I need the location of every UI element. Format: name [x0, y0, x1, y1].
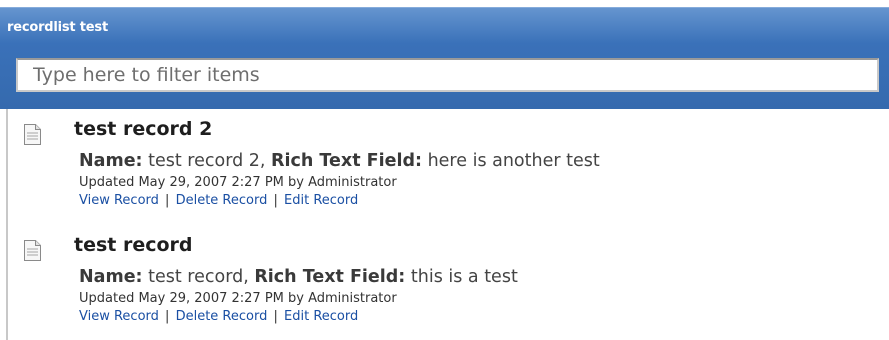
panel-title: recordlist test: [7, 20, 108, 35]
edit-record-link[interactable]: Edit Record: [284, 309, 358, 324]
record-updated: Updated May 29, 2007 2:27 PM by Administ…: [79, 175, 397, 190]
name-label: Name:: [79, 267, 143, 287]
action-separator: |: [165, 309, 170, 324]
record-list: test record 2 Name: test record 2, Rich …: [0, 109, 889, 340]
record-fields: Name: test record, Rich Text Field: this…: [79, 266, 518, 288]
filter-input[interactable]: [16, 58, 879, 92]
rich-text-value: this is a test: [405, 267, 518, 287]
delete-record-link[interactable]: Delete Record: [176, 193, 268, 208]
action-separator: |: [273, 193, 278, 208]
list-item: test record 2 Name: test record 2, Rich …: [0, 109, 889, 224]
list-item: test record Name: test record, Rich Text…: [0, 225, 889, 340]
document-icon: [24, 240, 41, 261]
record-fields: Name: test record 2, Rich Text Field: he…: [79, 150, 600, 172]
name-value: test record 2,: [142, 151, 272, 171]
rich-text-label: Rich Text Field:: [271, 151, 423, 171]
record-updated: Updated May 29, 2007 2:27 PM by Administ…: [79, 291, 397, 306]
edit-record-link[interactable]: Edit Record: [284, 193, 358, 208]
record-title: test record: [74, 234, 193, 256]
name-value: test record,: [142, 267, 255, 287]
recordlist-panel: ˇ recordlist test test record 2 Name: te…: [0, 0, 889, 340]
record-actions: View Record | Delete Record | Edit Recor…: [79, 193, 358, 209]
record-actions: View Record | Delete Record | Edit Recor…: [79, 309, 358, 325]
delete-record-link[interactable]: Delete Record: [176, 309, 268, 324]
rich-text-value: here is another test: [422, 151, 600, 171]
record-title: test record 2: [74, 118, 213, 140]
rich-text-label: Rich Text Field:: [254, 267, 406, 287]
view-record-link[interactable]: View Record: [79, 309, 159, 324]
corner-mark: ˇ: [829, 0, 832, 6]
view-record-link[interactable]: View Record: [79, 193, 159, 208]
action-separator: |: [165, 193, 170, 208]
action-separator: |: [273, 309, 278, 324]
name-label: Name:: [79, 151, 143, 171]
document-icon: [24, 124, 41, 145]
panel-header: recordlist test: [0, 7, 889, 109]
